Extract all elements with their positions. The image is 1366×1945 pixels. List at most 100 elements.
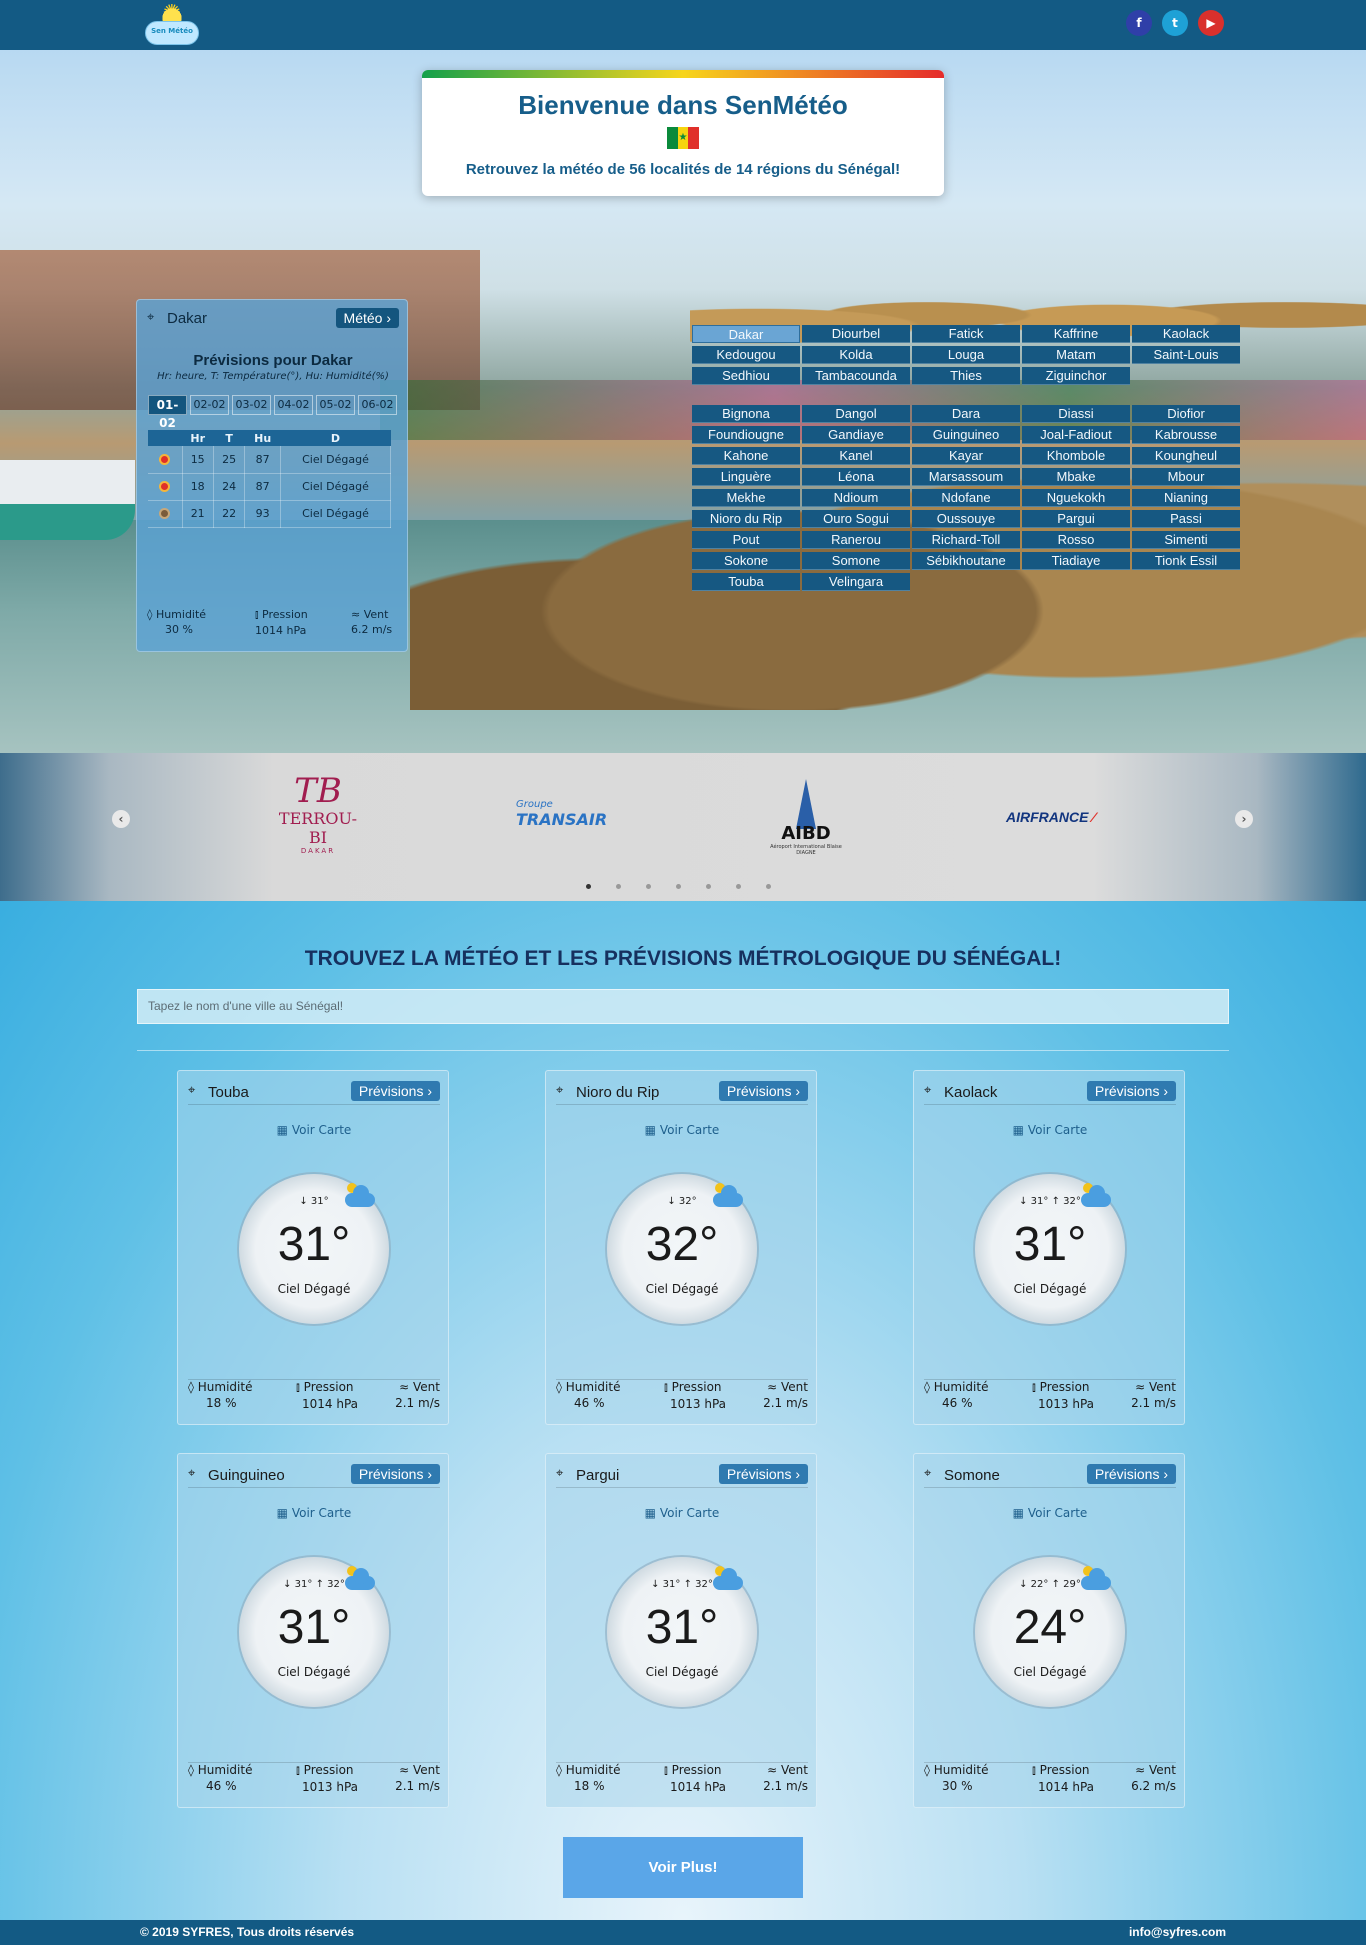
locality-link[interactable]: Khombole: [1022, 447, 1130, 465]
locality-link[interactable]: Touba: [692, 573, 800, 591]
locality-link[interactable]: Bignona: [692, 405, 800, 423]
locality-link[interactable]: Ndofane: [912, 489, 1020, 507]
locality-link[interactable]: Nioro du Rip: [692, 510, 800, 528]
locality-link[interactable]: Somone: [802, 552, 910, 570]
day-tab[interactable]: 04-02: [274, 395, 313, 415]
region-link[interactable]: Louga: [912, 346, 1020, 364]
locality-link[interactable]: Dangol: [802, 405, 910, 423]
locality-link[interactable]: Diassi: [1022, 405, 1130, 423]
carousel-dot[interactable]: [646, 884, 651, 889]
locality-link[interactable]: Kanel: [802, 447, 910, 465]
locality-link[interactable]: Léona: [802, 468, 910, 486]
weather-description: Ciel Dégagé: [1013, 1665, 1087, 1679]
facebook-icon[interactable]: f: [1126, 10, 1152, 36]
region-link[interactable]: Ziguinchor: [1022, 367, 1130, 385]
day-tab[interactable]: 01-02: [148, 395, 187, 430]
previsions-button[interactable]: Prévisions ›: [718, 1464, 808, 1484]
locality-link[interactable]: Simenti: [1132, 531, 1240, 549]
locality-link[interactable]: Mbake: [1022, 468, 1130, 486]
voir-carte-link[interactable]: ▦ Voir Carte: [546, 1123, 818, 1137]
twitter-icon[interactable]: t: [1162, 10, 1188, 36]
locality-link[interactable]: Pargui: [1022, 510, 1130, 528]
day-tab[interactable]: 05-02: [316, 395, 355, 415]
voir-carte-link[interactable]: ▦ Voir Carte: [546, 1506, 818, 1520]
region-link[interactable]: Kolda: [802, 346, 910, 364]
locality-link[interactable]: Velingara: [802, 573, 910, 591]
region-link[interactable]: Kaffrine: [1022, 325, 1130, 343]
locality-link[interactable]: Nianing: [1132, 489, 1240, 507]
region-link[interactable]: Fatick: [912, 325, 1020, 343]
locality-link[interactable]: Foundiougne: [692, 426, 800, 444]
previsions-button[interactable]: Prévisions ›: [718, 1081, 808, 1101]
locality-link[interactable]: Diofior: [1132, 405, 1240, 423]
region-link[interactable]: Kedougou: [692, 346, 800, 364]
locality-link[interactable]: Sébikhoutane: [912, 552, 1020, 570]
region-link[interactable]: Matam: [1022, 346, 1130, 364]
carousel-dot[interactable]: [736, 884, 741, 889]
locality-link[interactable]: Koungheul: [1132, 447, 1240, 465]
voir-plus-button[interactable]: Voir Plus!: [563, 1837, 803, 1898]
region-link[interactable]: Diourbel: [802, 325, 910, 343]
partner-logo-transair[interactable]: Groupe TRANSAIR: [516, 799, 626, 835]
day-tab[interactable]: 03-02: [232, 395, 271, 415]
locality-link[interactable]: Oussouye: [912, 510, 1020, 528]
carousel-dot[interactable]: [586, 884, 591, 889]
locality-link[interactable]: Pout: [692, 531, 800, 549]
carousel-dot[interactable]: [766, 884, 771, 889]
day-tab[interactable]: 06-02: [358, 395, 397, 415]
locality-link[interactable]: Nguekokh: [1022, 489, 1130, 507]
card-stats: ◊ Humidité 18 % ⫾ Pression 1014 hPa ≈ Vent 2.…: [556, 1762, 808, 1798]
search-input[interactable]: Tapez le nom d'une ville au Sénégal!: [137, 989, 1229, 1024]
locality-link[interactable]: Joal-Fadiout: [1022, 426, 1130, 444]
carousel-dot[interactable]: [616, 884, 621, 889]
meteo-button[interactable]: Météo ›: [335, 308, 399, 328]
carousel-dot[interactable]: [706, 884, 711, 889]
youtube-icon[interactable]: ▶: [1198, 10, 1224, 36]
voir-carte-link[interactable]: ▦ Voir Carte: [914, 1506, 1186, 1520]
locality-link[interactable]: Gandiaye: [802, 426, 910, 444]
locality-link[interactable]: Ouro Sogui: [802, 510, 910, 528]
voir-carte-link[interactable]: ▦ Voir Carte: [178, 1123, 450, 1137]
locality-link[interactable]: Rosso: [1022, 531, 1130, 549]
logo[interactable]: ✺ Sen Météo: [143, 1, 201, 47]
carousel-prev-button[interactable]: ‹: [112, 810, 130, 828]
previsions-button[interactable]: Prévisions ›: [1086, 1464, 1176, 1484]
carousel-next-button[interactable]: ›: [1235, 810, 1253, 828]
contact-email[interactable]: info@syfres.com: [1129, 1925, 1226, 1939]
card-city-name: Pargui: [576, 1467, 620, 1484]
region-link[interactable]: Thies: [912, 367, 1020, 385]
locality-link[interactable]: Richard-Toll: [912, 531, 1020, 549]
locality-link[interactable]: Ndioum: [802, 489, 910, 507]
partner-logo-airfrance[interactable]: AIRFRANCE ⁄: [1006, 809, 1096, 829]
region-link[interactable]: Sedhiou: [692, 367, 800, 385]
card-stats: ◊ Humidité 30 % ⫾ Pression 1014 hPa ≈ Vent 6.…: [924, 1762, 1176, 1798]
locality-link[interactable]: Linguère: [692, 468, 800, 486]
previsions-button[interactable]: Prévisions ›: [350, 1464, 440, 1484]
locality-link[interactable]: Guinguineo: [912, 426, 1020, 444]
locality-link[interactable]: Ranerou: [802, 531, 910, 549]
locality-link[interactable]: Sokone: [692, 552, 800, 570]
locality-link[interactable]: Passi: [1132, 510, 1240, 528]
day-tab[interactable]: 02-02: [190, 395, 229, 415]
map-icon: ▦: [644, 1123, 657, 1137]
partner-logo-aibd[interactable]: AIBD Aéroport International Blaise DIAGN…: [760, 779, 852, 869]
previsions-button[interactable]: Prévisions ›: [1086, 1081, 1176, 1101]
locality-link[interactable]: Tiadiaye: [1022, 552, 1130, 570]
locality-link[interactable]: Mbour: [1132, 468, 1240, 486]
locality-link[interactable]: Marsassoum: [912, 468, 1020, 486]
locality-link[interactable]: Kabrousse: [1132, 426, 1240, 444]
partner-logo-terrou-bi[interactable]: TB TERROU-BI DAKAR: [278, 773, 358, 855]
voir-carte-link[interactable]: ▦ Voir Carte: [914, 1123, 1186, 1137]
region-link[interactable]: Saint-Louis: [1132, 346, 1240, 364]
previsions-button[interactable]: Prévisions ›: [350, 1081, 440, 1101]
region-link[interactable]: Kaolack: [1132, 325, 1240, 343]
region-link[interactable]: Dakar: [692, 325, 800, 343]
carousel-dot[interactable]: [676, 884, 681, 889]
voir-carte-link[interactable]: ▦ Voir Carte: [178, 1506, 450, 1520]
locality-link[interactable]: Tionk Essil: [1132, 552, 1240, 570]
locality-link[interactable]: Dara: [912, 405, 1020, 423]
locality-link[interactable]: Mekhe: [692, 489, 800, 507]
locality-link[interactable]: Kayar: [912, 447, 1020, 465]
region-link[interactable]: Tambacounda: [802, 367, 910, 385]
locality-link[interactable]: Kahone: [692, 447, 800, 465]
